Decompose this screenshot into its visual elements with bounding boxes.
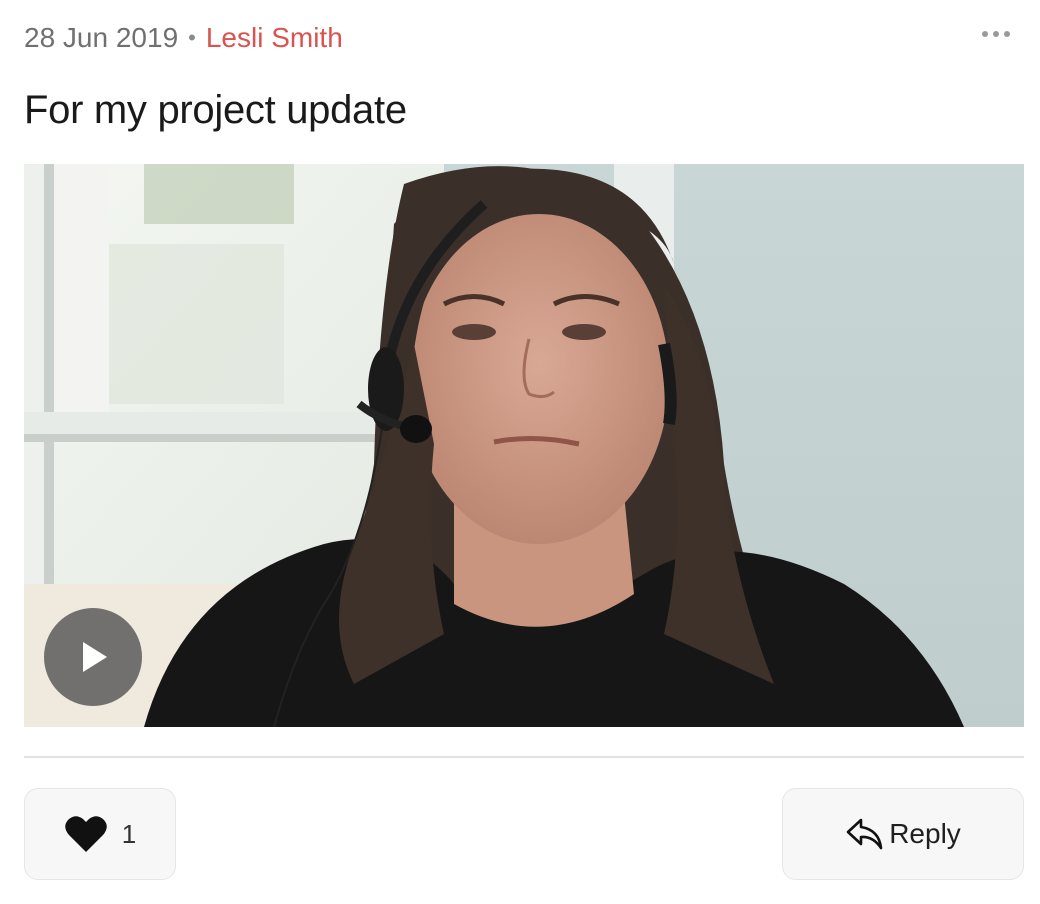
reply-button[interactable]: Reply xyxy=(782,788,1024,880)
play-button[interactable] xyxy=(44,608,142,706)
heart-icon xyxy=(64,816,107,852)
ellipsis-icon xyxy=(982,31,988,37)
meta-separator: • xyxy=(188,25,196,50)
like-button[interactable]: 1 xyxy=(24,788,176,880)
reply-label: Reply xyxy=(889,818,961,849)
like-count: 1 xyxy=(121,818,137,849)
reply-arrow-icon xyxy=(846,818,883,850)
post-meta: 28 Jun 2019 • Lesli Smith xyxy=(24,20,1024,56)
video-player[interactable] xyxy=(24,164,1024,727)
post-date: 28 Jun 2019 xyxy=(24,22,179,53)
post-title: For my project update xyxy=(24,88,407,132)
video-thumbnail xyxy=(24,164,1024,727)
more-options-button[interactable] xyxy=(972,20,1020,48)
author-link[interactable]: Lesli Smith xyxy=(206,22,343,54)
divider xyxy=(24,756,1024,758)
post-card: 28 Jun 2019 • Lesli Smith For my project… xyxy=(0,0,1040,904)
play-icon xyxy=(83,642,107,672)
